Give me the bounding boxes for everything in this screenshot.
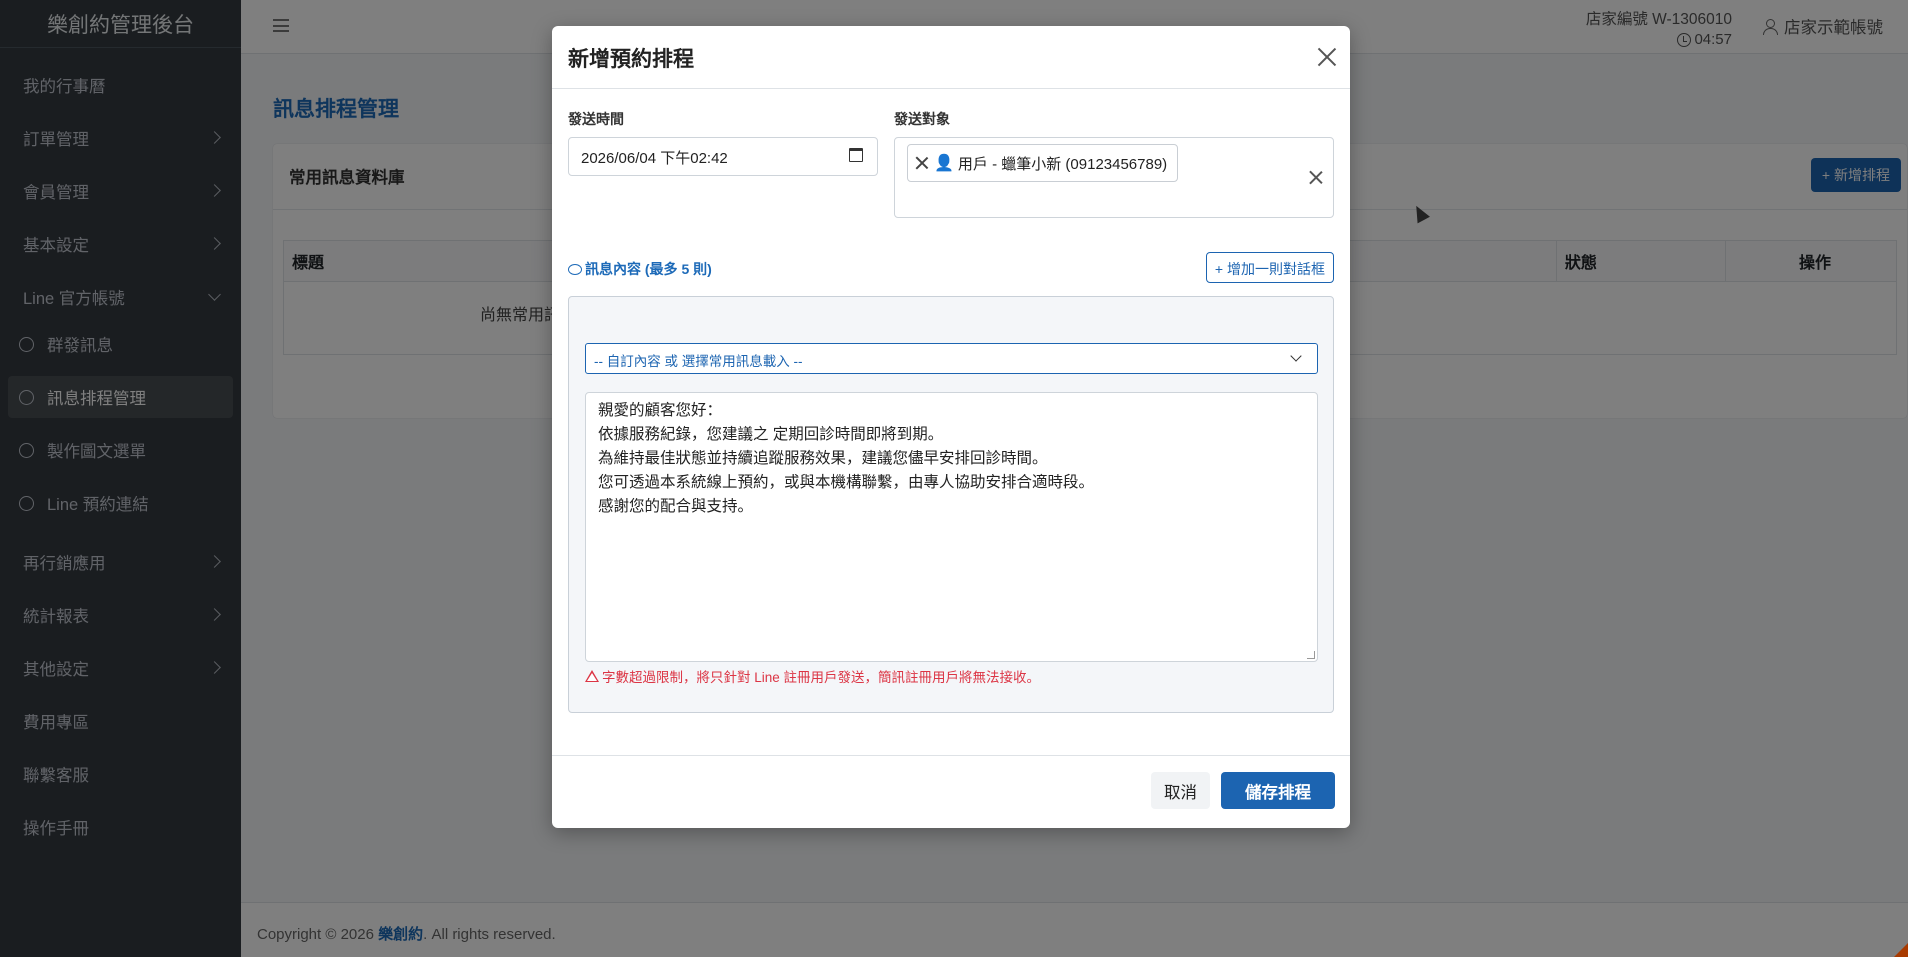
template-select-value: -- 自訂內容 或 選擇常用訊息載入 -- xyxy=(594,354,803,369)
send-target-select[interactable]: 👤 用戶 - 蠟筆小新 (09123456789) xyxy=(894,137,1334,218)
send-time-value: 2026/06/04 下午02:42 xyxy=(581,150,728,167)
calendar-icon[interactable] xyxy=(849,148,863,162)
length-warning-text: 字數超過限制，將只針對 Line 註冊用戶發送，簡訊註冊用戶將無法接收。 xyxy=(602,670,1041,685)
save-schedule-button[interactable]: 儲存排程 xyxy=(1221,772,1335,809)
modal-footer: 取消 儲存排程 xyxy=(552,755,1350,828)
clear-icon[interactable] xyxy=(1309,171,1322,184)
send-time-input[interactable]: 2026/06/04 下午02:42 xyxy=(568,137,878,176)
message-content-label-text: 訊息內容 (最多 5 則) xyxy=(585,261,712,277)
send-time-label: 發送時間 xyxy=(568,111,624,127)
close-icon[interactable] xyxy=(1317,47,1337,67)
chat-bubble-icon xyxy=(568,263,582,275)
send-target-label: 發送對象 xyxy=(894,111,950,127)
message-line: 感謝您的配合與支持。 xyxy=(598,498,754,515)
message-content-label: 訊息內容 (最多 5 則) xyxy=(568,259,712,279)
chevron-down-icon xyxy=(1290,350,1302,362)
new-schedule-modal: 新增預約排程 發送時間 2026/06/04 下午02:42 發送對象 👤 用戶… xyxy=(552,26,1350,828)
cancel-button[interactable]: 取消 xyxy=(1151,772,1210,809)
message-panel: -- 自訂內容 或 選擇常用訊息載入 -- 親愛的顧客您好： 依據服務紀錄，您建… xyxy=(568,296,1334,713)
resize-handle[interactable] xyxy=(1307,651,1315,659)
modal-header: 新增預約排程 xyxy=(552,26,1350,89)
add-dialog-button[interactable]: + 增加一則對話框 xyxy=(1205,252,1334,283)
length-warning: 字數超過限制，將只針對 Line 註冊用戶發送，簡訊註冊用戶將無法接收。 xyxy=(585,666,1040,686)
target-chip: 👤 用戶 - 蠟筆小新 (09123456789) xyxy=(907,144,1179,182)
message-line: 您可透過本系統線上預約，或與本機構聯繫，由專人協助安排合適時段。 xyxy=(598,474,1095,491)
message-textarea[interactable]: 親愛的顧客您好： 依據服務紀錄，您建議之 定期回診時間即將到期。 為維持最佳狀態… xyxy=(585,392,1318,662)
warning-icon xyxy=(585,670,599,682)
corner-decoration xyxy=(1894,943,1908,957)
message-line: 為維持最佳狀態並持續追蹤服務效果，建議您儘早安排回診時間。 xyxy=(598,450,1048,467)
template-select[interactable]: -- 自訂內容 或 選擇常用訊息載入 -- xyxy=(585,343,1318,374)
remove-chip-icon[interactable] xyxy=(916,157,928,169)
person-icon: 👤 xyxy=(934,155,954,172)
target-chip-label: 用戶 - 蠟筆小新 (09123456789) xyxy=(957,155,1168,173)
message-line: 親愛的顧客您好： xyxy=(598,402,723,419)
message-line: 依據服務紀錄，您建議之 定期回診時間即將到期。 xyxy=(598,426,944,443)
modal-title: 新增預約排程 xyxy=(568,48,694,71)
